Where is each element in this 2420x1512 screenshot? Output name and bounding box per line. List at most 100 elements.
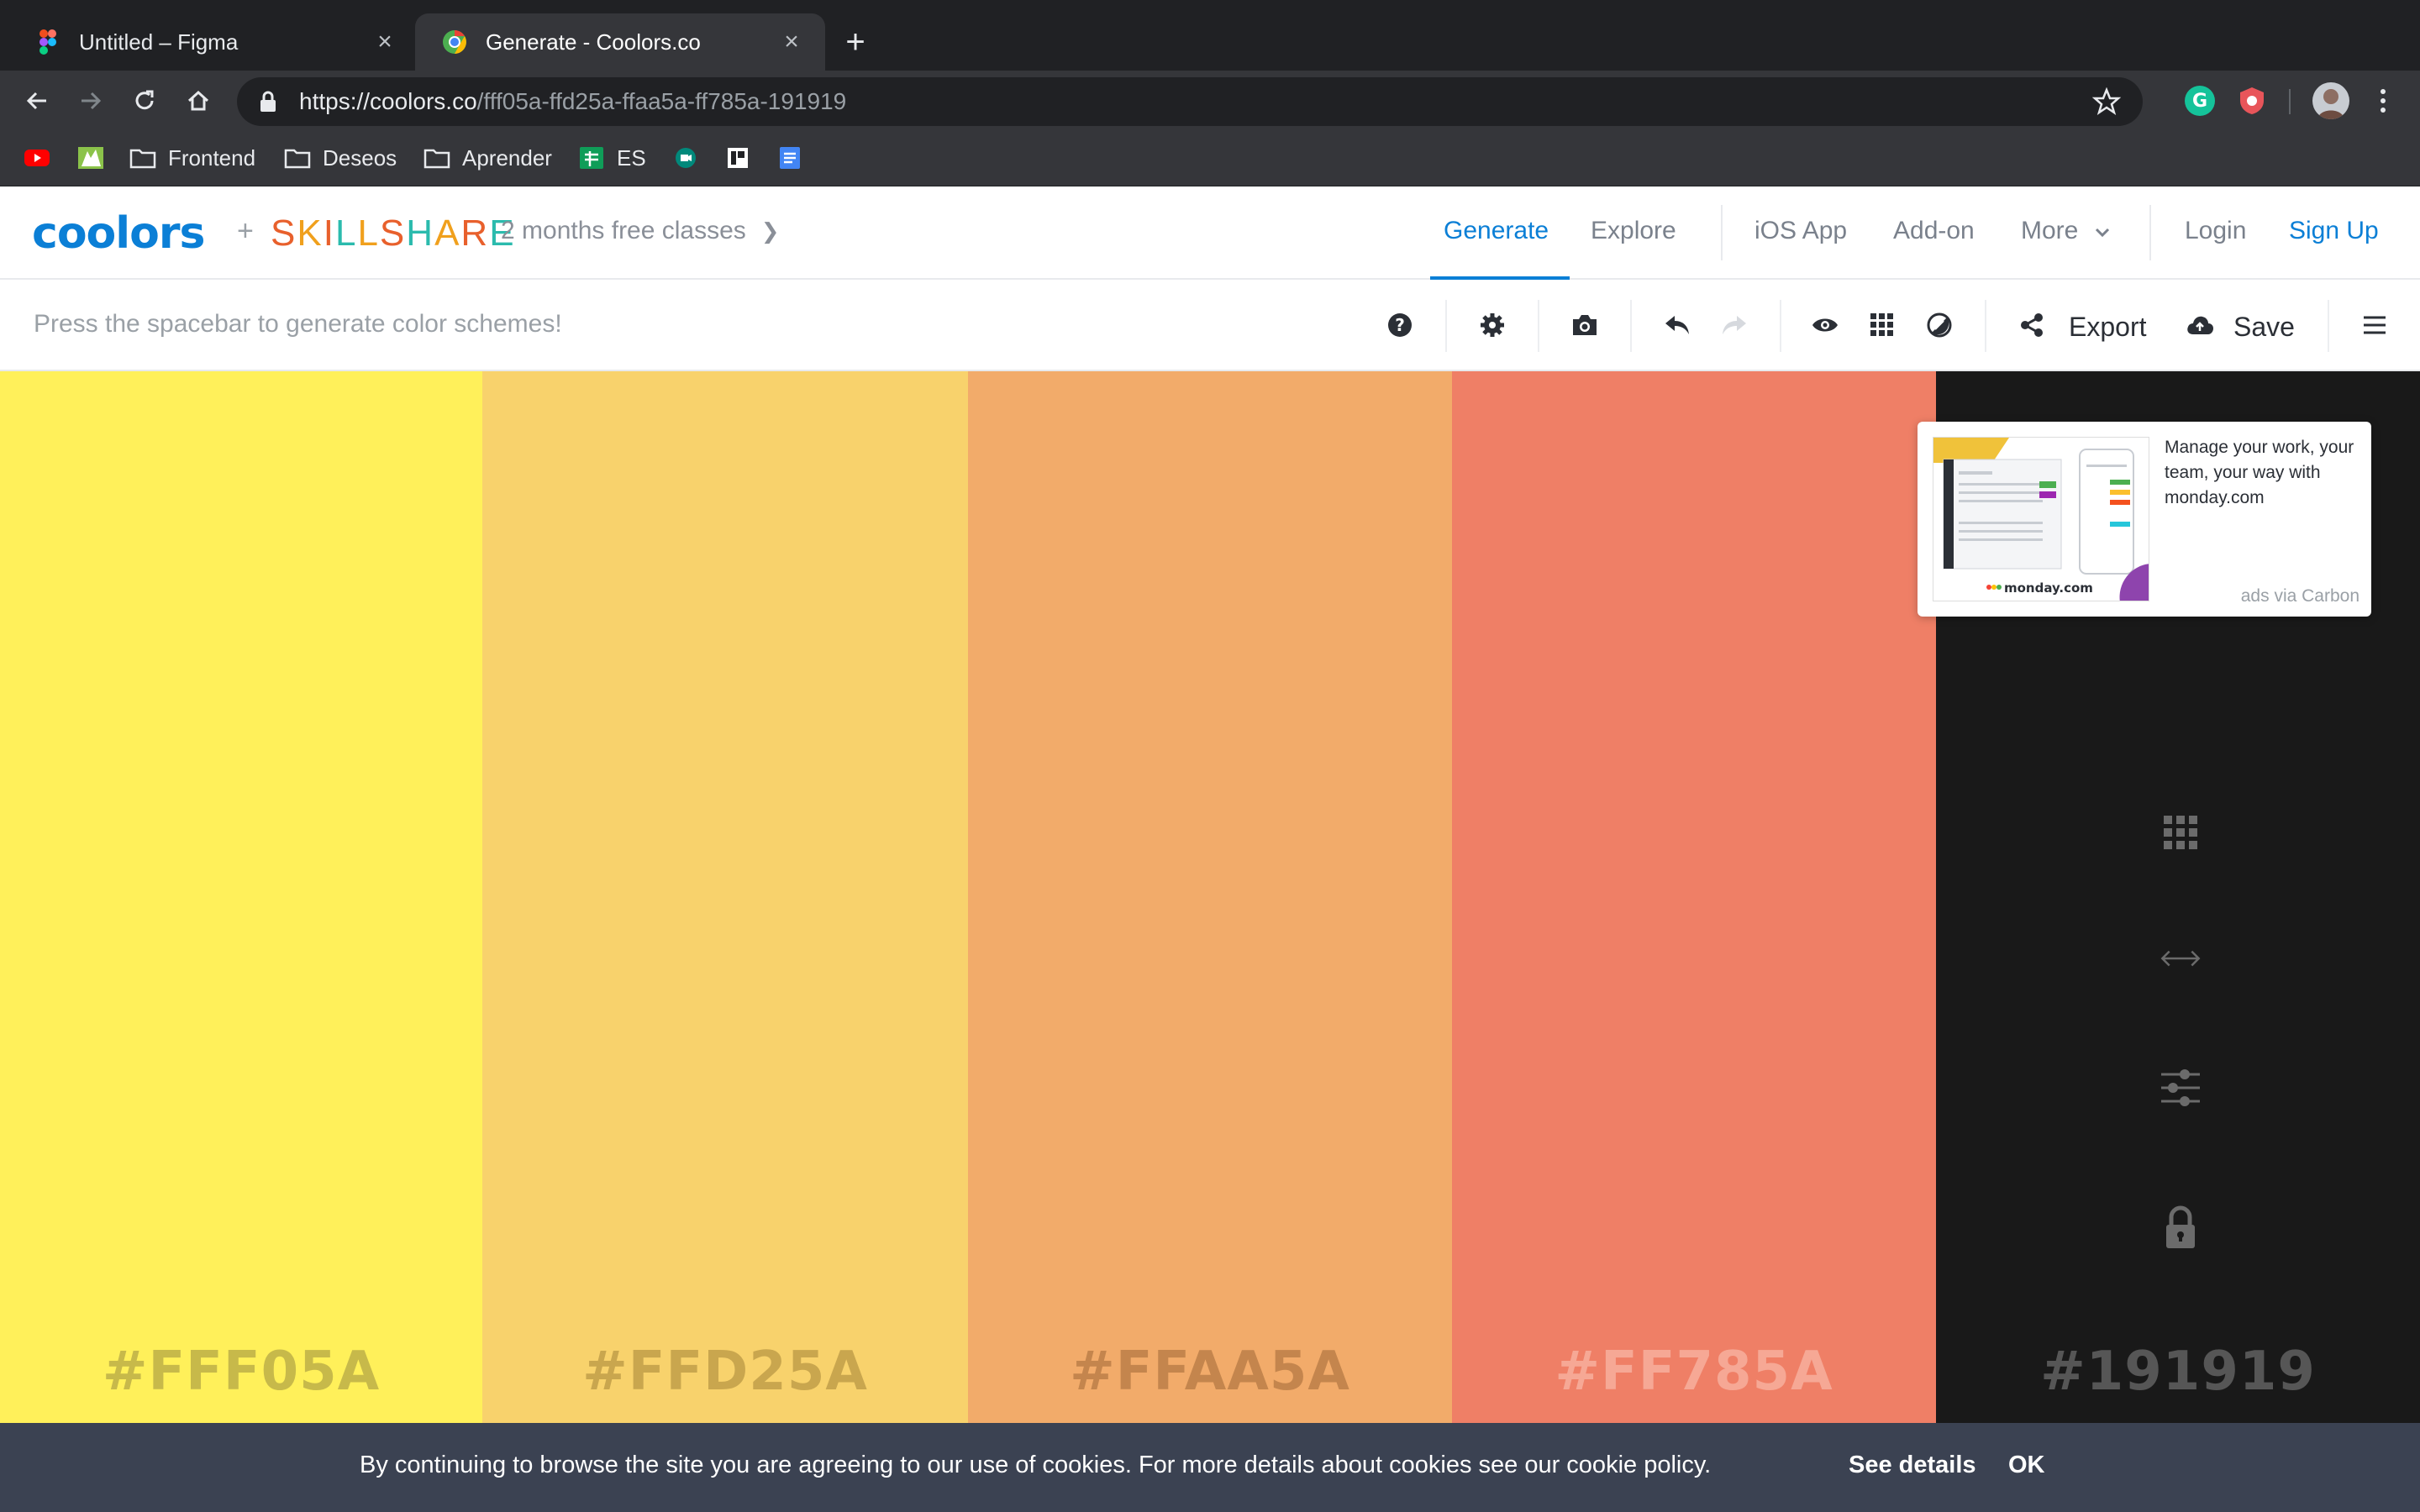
tab-coolors[interactable]: Generate - Coolors.co × — [415, 13, 825, 71]
bookmark-es[interactable]: ES — [578, 141, 646, 175]
nav-generate[interactable]: Generate — [1444, 217, 1549, 245]
bookmark-app[interactable] — [77, 141, 116, 175]
forward-icon[interactable] — [72, 82, 109, 119]
nav-explore[interactable]: Explore — [1591, 217, 1676, 245]
home-icon[interactable] — [180, 82, 217, 119]
tool-divider — [1985, 300, 1986, 352]
shield-extension-icon[interactable] — [2237, 86, 2267, 116]
hamburger-menu-icon[interactable] — [2356, 307, 2393, 344]
settings-gear-icon[interactable] — [1474, 307, 1511, 344]
grid-view-icon[interactable] — [1864, 307, 1901, 344]
bookmark-meet[interactable] — [672, 141, 711, 175]
nav-add-on[interactable]: Add-on — [1893, 217, 1975, 245]
bookmark-label: ES — [617, 144, 646, 171]
hex-code[interactable]: #FF785A — [1452, 1341, 1936, 1403]
promo-link[interactable]: 2 months free classes ❯ — [501, 217, 780, 245]
reload-icon[interactable] — [126, 82, 163, 119]
url-text: https://coolors.co/fff05a-ffd25a-ffaa5a-… — [299, 88, 846, 115]
eye-icon[interactable] — [1807, 307, 1844, 344]
color-swatch-2[interactable]: #FFD25A — [482, 371, 968, 1423]
undo-icon[interactable] — [1659, 307, 1696, 344]
carbon-ad[interactable]: monday.com Manage your work, your team, … — [1918, 422, 2371, 617]
tab-figma[interactable]: Untitled – Figma × — [8, 13, 418, 71]
bookmark-frontend[interactable]: Frontend — [129, 141, 255, 175]
bookmark-youtube[interactable] — [24, 141, 62, 175]
bookmark-aprender[interactable]: Aprender — [424, 141, 552, 175]
cloud-upload-icon[interactable] — [2181, 307, 2218, 344]
tab-title: Untitled – Figma — [79, 29, 239, 55]
back-icon[interactable] — [18, 82, 55, 119]
skillshare-logo[interactable]: SKILLSHARE — [271, 210, 516, 257]
share-icon[interactable] — [2013, 307, 2050, 344]
nav-divider — [1721, 205, 1723, 260]
export-button[interactable]: Export — [2069, 312, 2146, 343]
camera-icon[interactable] — [1566, 307, 1603, 344]
see-details-button[interactable]: See details — [1849, 1452, 1976, 1479]
profile-avatar[interactable] — [2312, 82, 2349, 119]
figma-icon — [35, 29, 60, 55]
bookmark-app-2[interactable] — [724, 141, 763, 175]
browser-chrome: Untitled – Figma × Generate - Coolors.co… — [0, 0, 2420, 186]
new-tab-button[interactable]: + — [837, 24, 874, 60]
lock-icon — [259, 90, 282, 113]
view-shades-icon[interactable] — [2160, 811, 2202, 853]
adjust-contrast-icon[interactable] — [1921, 307, 1958, 344]
lock-icon[interactable] — [2160, 1205, 2202, 1248]
bookmark-star-icon[interactable] — [2091, 87, 2122, 116]
browser-toolbar: https://coolors.co/fff05a-ffd25a-ffaa5a-… — [0, 71, 2420, 131]
tool-divider — [1538, 300, 1539, 352]
color-swatch-4[interactable]: #FF785A — [1452, 371, 1936, 1423]
ad-image[interactable]: monday.com — [1933, 437, 2149, 601]
bookmark-label: Frontend — [168, 144, 256, 171]
tool-divider — [2328, 300, 2329, 352]
bookmark-label: Aprender — [462, 144, 552, 171]
nav-sign-up[interactable]: Sign Up — [2289, 217, 2379, 245]
bookmark-app-icon — [728, 148, 748, 168]
hex-code[interactable]: #FFAA5A — [968, 1341, 1452, 1403]
toolbar-divider — [2289, 89, 2291, 114]
tool-divider — [1780, 300, 1781, 352]
ok-button[interactable]: OK — [2008, 1452, 2045, 1479]
site-header: coolors + SKILLSHARE 2 months free class… — [0, 186, 2420, 280]
help-icon[interactable]: ? — [1381, 307, 1418, 344]
partner-plus: + — [237, 215, 254, 247]
tool-divider — [1630, 300, 1632, 352]
youtube-icon — [24, 150, 50, 166]
nav-divider — [2149, 205, 2151, 260]
generator-toolbar: Press the spacebar to generate color sch… — [0, 280, 2420, 371]
hex-code[interactable]: #191919 — [1936, 1341, 2420, 1403]
nav-more[interactable]: More — [2021, 217, 2111, 245]
redo-icon[interactable] — [1716, 307, 1753, 344]
bookmark-app-icon — [78, 147, 103, 169]
tab-title: Generate - Coolors.co — [486, 29, 701, 55]
bookmarks-bar: Frontend Deseos Aprender ES — [0, 131, 2420, 186]
nav-ios-app[interactable]: iOS App — [1754, 217, 1847, 245]
browser-menu-icon[interactable] — [2365, 82, 2402, 119]
ad-text[interactable]: Manage your work, your team, your way wi… — [2165, 435, 2358, 511]
nav-login[interactable]: Login — [2185, 217, 2246, 245]
hex-code[interactable]: #FFD25A — [482, 1341, 968, 1403]
adjust-sliders-icon[interactable] — [2160, 1067, 2202, 1109]
bookmark-deseos[interactable]: Deseos — [284, 141, 397, 175]
color-swatch-3[interactable]: #FFAA5A — [968, 371, 1452, 1423]
grammarly-icon[interactable]: G — [2185, 86, 2215, 116]
folder-icon — [424, 149, 450, 169]
folder-icon — [129, 149, 156, 169]
cookie-banner: By continuing to browse the site you are… — [0, 1423, 2420, 1512]
tool-divider — [1445, 300, 1447, 352]
save-button[interactable]: Save — [2233, 312, 2295, 343]
url-path: /fff05a-ffd25a-ffaa5a-ff785a-191919 — [476, 88, 847, 114]
close-tab-icon[interactable]: × — [371, 29, 398, 55]
address-bar[interactable]: https://coolors.co/fff05a-ffd25a-ffaa5a-… — [237, 77, 2143, 126]
url-host: https://coolors.co — [299, 88, 477, 114]
coolors-logo[interactable]: coolors — [32, 210, 205, 257]
drag-arrows-icon[interactable] — [2160, 937, 2202, 979]
close-tab-icon[interactable]: × — [778, 29, 805, 55]
ad-via-carbon[interactable]: ads via Carbon — [2241, 586, 2360, 606]
hex-code[interactable]: #FFF05A — [0, 1341, 482, 1403]
ad-brand-logo: monday.com — [2004, 580, 2093, 596]
color-swatch-1[interactable]: #FFF05A — [0, 371, 482, 1423]
chrome-icon — [442, 29, 467, 55]
bookmark-label: Deseos — [323, 144, 397, 171]
bookmark-docs[interactable] — [776, 141, 815, 175]
